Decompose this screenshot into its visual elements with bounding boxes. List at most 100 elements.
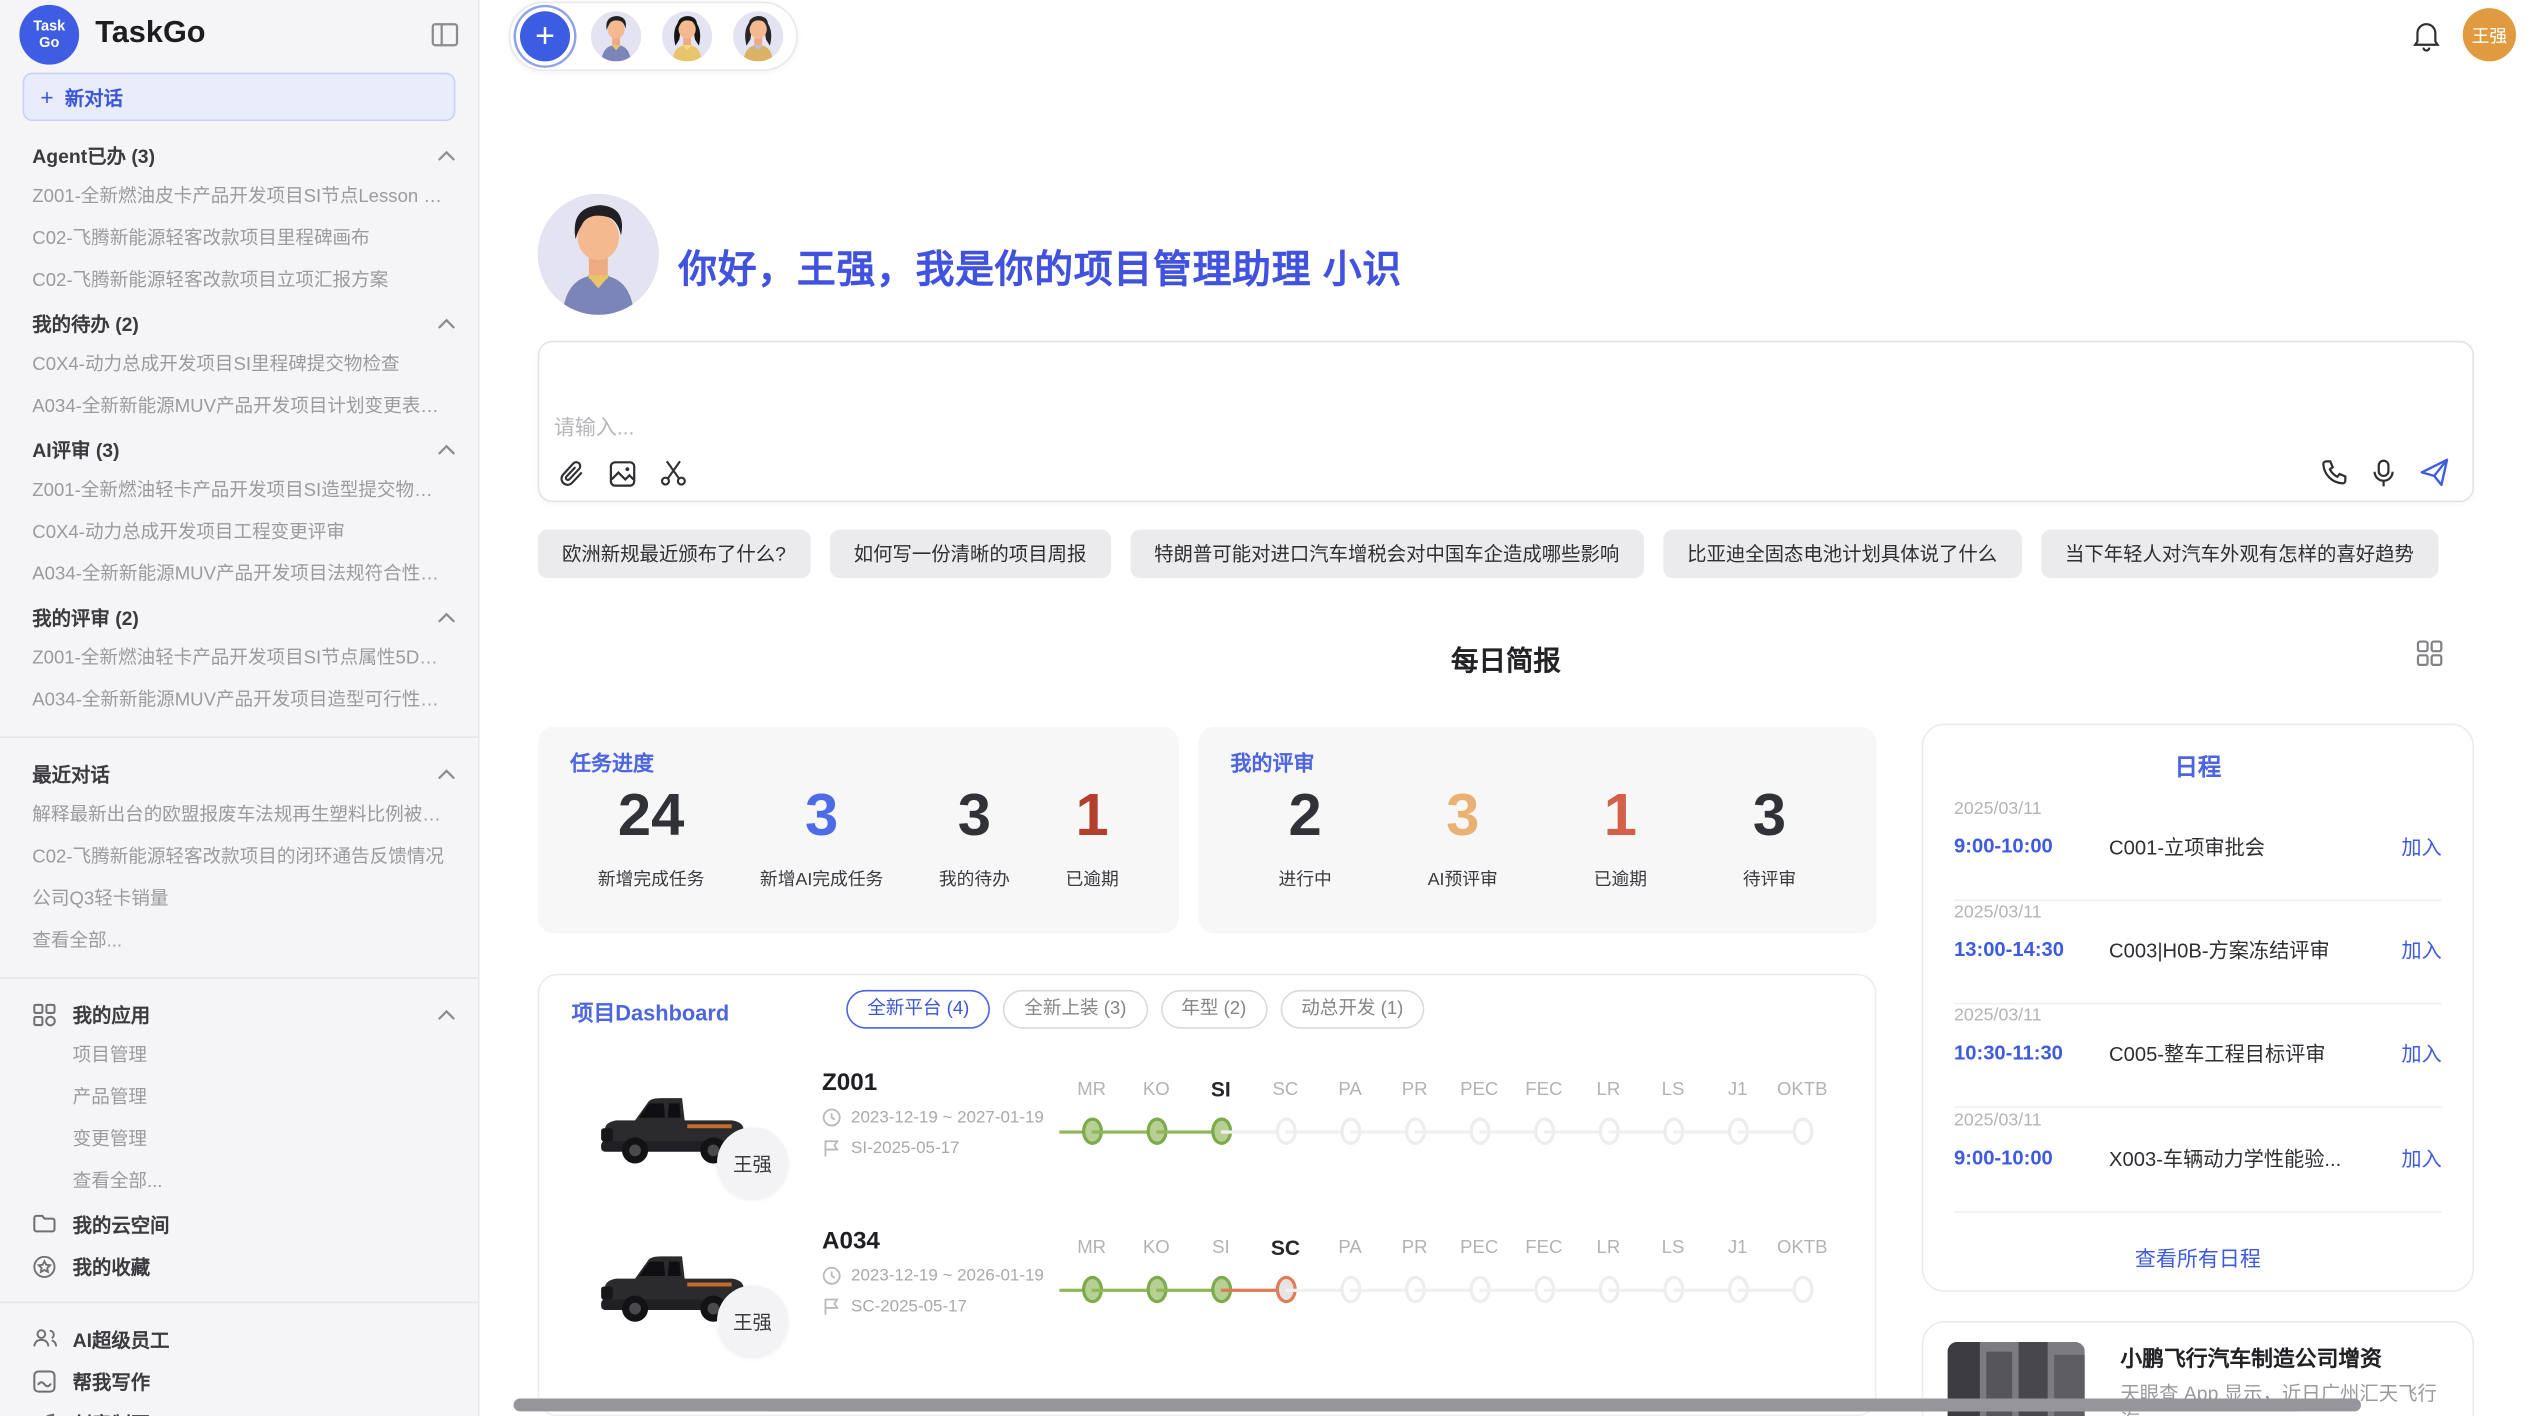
sidebar-task-item[interactable]: Z001-全新燃油轻卡产品开发项目SI造型提交物评审 [0,470,478,512]
sidebar-task-item[interactable]: C02-飞腾新能源轻客改款项目立项汇报方案 [0,260,478,302]
add-conversation-button[interactable]: + [520,11,570,61]
suggestion-chip[interactable]: 欧洲新规最近颁布了什么? [538,530,810,578]
cloud-folder-icon [32,1212,56,1236]
project-owner-badge: 王强 [717,1285,788,1356]
collapse-sidebar-icon[interactable] [431,22,458,46]
schedule-event: 2025/03/1113:00-14:30C003|H0B-方案冻结评审加入 [1954,903,2442,964]
sidebar-link-cloud-folder-icon[interactable]: 我的云空间 [0,1203,478,1245]
sidebar-section-header[interactable]: AI评审 (3) [0,428,478,470]
scissors-icon[interactable] [659,459,688,488]
sidebar-tool-people-icon[interactable]: AI超级员工 [0,1318,478,1360]
stat-label: 待评审 [1743,866,1796,892]
project-dates: 2023-12-19 ~ 2027-01-19 [822,1108,1044,1127]
tool-label: 帮我写作 [73,1367,456,1394]
suggestion-chips: 欧洲新规最近颁布了什么? 如何写一份清晰的项目周报特朗普可能对进口汽车增税会对中国… [538,530,2474,578]
milestone-track: MRKOSISCPAPRPECFECLRLSJ1OKTB [1059,1076,1834,1150]
layout-grid-icon[interactable] [2416,640,2443,667]
conversation-avatar-1[interactable] [591,11,641,61]
suggestion-chip[interactable]: 特朗普可能对进口汽车增税会对中国车企造成哪些影响 [1130,530,1644,578]
milestone-label: LS [1641,1234,1706,1263]
plus-icon: + [40,84,53,110]
tool-label: 创意制图 [73,1409,456,1416]
event-join-link[interactable]: 加入 [2401,1037,2441,1068]
conversation-avatar-3[interactable] [733,11,783,61]
sidebar-task-item[interactable]: A034-全新新能源MUV产品开发项目法规符合性评审 [0,554,478,596]
sidebar-task-item[interactable]: C0X4-动力总成开发项目SI里程碑提交物检查 [0,344,478,386]
suggestion-chip[interactable]: 比亚迪全固态电池计划具体说了什么 [1663,530,2022,578]
stat-value: 1 [1594,780,1647,851]
stat-label: 新增AI完成任务 [760,866,883,892]
sidebar-task-item[interactable]: Z001-全新燃油轻卡产品开发项目SI节点属性5D文件评审 [0,638,478,680]
people-icon [32,1327,56,1351]
suggestion-chip[interactable]: 当下年轻人对汽车外观有怎样的喜好趋势 [2041,530,2438,578]
tool-label: AI超级员工 [73,1325,456,1352]
input-right-toolbar [2321,457,2450,488]
image-icon[interactable] [609,459,636,486]
stat-item: 3我的待办 [939,780,1010,891]
section-label: 我的待办 (2) [32,309,437,336]
chat-input-box[interactable]: 请输入... [538,341,2474,502]
event-join-link[interactable]: 加入 [2401,1142,2441,1173]
stat-row: 2进行中3AI预评审1已逾期3待评审 [1231,780,1845,891]
sidebar-tool-feather-icon[interactable]: 创意制图 [0,1402,478,1416]
divider [1954,1003,2442,1005]
dashboard-filter-chip[interactable]: 全新上装 (3) [1003,990,1147,1029]
dashboard-filter-chip[interactable]: 年型 (2) [1160,990,1267,1029]
paperclip-icon[interactable] [559,459,586,488]
event-date: 2025/03/11 [1954,1111,2442,1130]
event-join-link[interactable]: 加入 [2401,830,2441,861]
milestone-label: PEC [1447,1234,1512,1263]
milestone-label: FEC [1512,1234,1577,1263]
event-name: C005-整车工程目标评审 [2109,1037,2401,1068]
milestone-label: PR [1382,1234,1447,1263]
sidebar-section-header[interactable]: 我的评审 (2) [0,596,478,638]
sidebar-tool-write-image-icon[interactable]: 帮我写作 [0,1360,478,1402]
sidebar: Task Go TaskGo + 新对话 Agent已办 (3)Z001-全新燃… [0,0,480,1416]
dashboard-filter-chip[interactable]: 动总开发 (1) [1280,990,1424,1029]
sidebar-section-header[interactable]: 我的待办 (2) [0,302,478,344]
phone-icon[interactable] [2321,459,2348,486]
sidebar-section-header[interactable]: Agent已办 (3) [0,134,478,176]
view-all-schedule-link[interactable]: 查看所有日程 [1923,1242,2472,1273]
sidebar-task-item[interactable]: Z001-全新燃油皮卡产品开发项目SI节点Lesson Learn报告 [0,176,478,218]
event-date: 2025/03/11 [1954,903,2442,922]
dashboard-title: 项目Dashboard [572,995,729,1027]
send-icon[interactable] [2419,457,2450,488]
sidebar-app-item[interactable]: 变更管理 [0,1119,478,1161]
chevron-up-icon [438,317,456,328]
user-avatar[interactable]: 王强 [2463,8,2516,61]
event-join-link[interactable]: 加入 [2401,933,2441,964]
sidebar-recent-item[interactable]: 公司Q3轻卡销量 [0,879,478,921]
new-chat-label: 新对话 [65,83,123,110]
sidebar-task-item[interactable]: A034-全新新能源MUV产品开发项目造型可行性评审 [0,680,478,722]
sidebar-link-star-badge-icon[interactable]: 我的收藏 [0,1245,478,1287]
conversation-avatar-2[interactable] [662,11,712,61]
sidebar-task-item[interactable]: C0X4-动力总成开发项目工程变更评审 [0,512,478,554]
logo-text-top: Task [33,18,65,34]
stat-card-my-review: 我的评审2进行中3AI预评审1已逾期3待评审 [1198,727,1876,934]
logo-text-bottom: Go [39,34,59,50]
sidebar-recent-item[interactable]: C02-飞腾新能源轻客改款项目的闭环通告反馈情况 [0,837,478,879]
horizontal-scrollbar[interactable] [514,1399,2361,1412]
sidebar-app-item[interactable]: 查看全部... [0,1161,478,1203]
project-name[interactable]: Z001 [822,1069,1044,1096]
project-name[interactable]: A034 [822,1227,1044,1254]
sidebar-task-item[interactable]: C02-飞腾新能源轻客改款项目里程碑画布 [0,218,478,260]
sidebar-app-item[interactable]: 项目管理 [0,1035,478,1077]
sidebar-app-item[interactable]: 产品管理 [0,1077,478,1119]
stat-label: 我的待办 [939,866,1010,892]
divider [0,736,478,738]
dashboard-filter-chip[interactable]: 全新平台 (4) [846,990,990,1029]
sidebar-task-item[interactable]: A034-全新新能源MUV产品开发项目计划变更表编写 [0,386,478,428]
milestone-label: J1 [1705,1234,1770,1263]
sidebar-my-apps[interactable]: 我的应用 [0,993,478,1035]
daily-brief-title: 每日简报 [538,638,2474,678]
sidebar-recent-header[interactable]: 最近对话 [0,753,478,795]
suggestion-chip[interactable]: 如何写一份清晰的项目周报 [830,530,1111,578]
sidebar-recent-item[interactable]: 查看全部... [0,920,478,962]
mic-icon[interactable] [2371,458,2397,487]
sidebar-recent-item[interactable]: 解释最新出台的欧盟报废车法规再生塑料比例被调至15%... [0,795,478,837]
milestone-label: SI [1189,1076,1254,1105]
notification-bell-icon[interactable] [2411,19,2442,53]
new-chat-button[interactable]: + 新对话 [23,73,456,121]
